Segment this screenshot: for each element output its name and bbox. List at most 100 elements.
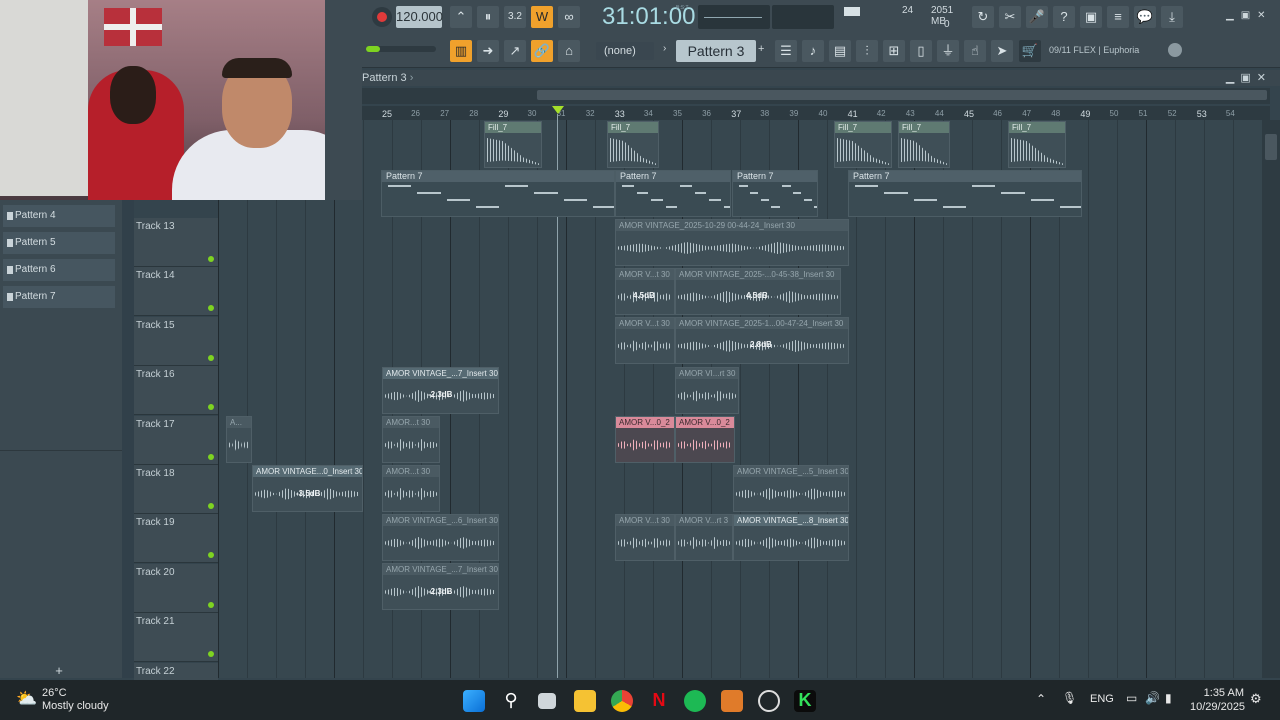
browser-item[interactable]: Pattern 6 xyxy=(3,259,115,281)
app-icon[interactable] xyxy=(758,690,780,712)
pattern-clip[interactable]: Pattern 7 xyxy=(615,170,731,217)
pattern-selector[interactable]: Pattern 3 xyxy=(676,40,756,62)
battery-icon[interactable]: ▮ xyxy=(1165,691,1172,705)
audio-clip[interactable]: Fill_7 xyxy=(1008,121,1066,168)
playlist-button[interactable]: ☰ xyxy=(775,40,797,62)
play-arrow-button[interactable]: ➜ xyxy=(477,40,499,62)
track-header[interactable]: Track 13 xyxy=(134,218,218,267)
blend-notes-button[interactable]: W xyxy=(531,6,553,28)
network-icon[interactable]: ▭ xyxy=(1126,691,1137,705)
track-mute-led[interactable] xyxy=(208,354,214,361)
channel-rack-button[interactable]: ▤ xyxy=(829,40,851,62)
clock-date[interactable]: 10/29/2025 xyxy=(1190,701,1245,713)
track-mute-led[interactable] xyxy=(208,651,214,658)
help-button[interactable]: ? xyxy=(1053,6,1075,28)
tray-chevron-icon[interactable]: ⌃ xyxy=(1036,692,1046,706)
file-explorer-icon[interactable] xyxy=(574,690,596,712)
track-header[interactable]: Track 20 xyxy=(134,563,218,613)
audio-clip[interactable]: AMOR V...t 30 xyxy=(615,514,675,561)
metronome-button[interactable]: ⌃ xyxy=(450,6,472,28)
weather-temp[interactable]: 26°C xyxy=(42,687,67,699)
track-mute-led[interactable] xyxy=(208,552,214,559)
clock-time[interactable]: 1:35 AM xyxy=(1200,687,1244,699)
task-view-icon[interactable] xyxy=(538,693,556,709)
track-header[interactable]: Track 19 xyxy=(134,514,218,564)
plugin-button[interactable]: ⏚ xyxy=(937,40,959,62)
track-header[interactable]: Track 16 xyxy=(134,366,218,416)
audio-clip[interactable]: AMOR...t 30 xyxy=(382,416,440,463)
audio-clip[interactable]: AMOR...t 30 xyxy=(382,465,440,512)
touch-button[interactable]: ☝ xyxy=(964,40,986,62)
piano-roll-button[interactable]: ▥ xyxy=(450,40,472,62)
master-volume-slider[interactable] xyxy=(366,46,436,52)
mic-button[interactable]: 🎤 xyxy=(1026,6,1048,28)
track-header[interactable]: Track 21 xyxy=(134,613,218,663)
audio-clip[interactable]: AMOR V...t 30 xyxy=(615,317,675,364)
browser-item[interactable]: Pattern 4 xyxy=(3,205,115,227)
browser-button[interactable]: ⊞ xyxy=(883,40,905,62)
undo-history-button[interactable]: ↻ xyxy=(972,6,994,28)
audio-clip[interactable]: A... xyxy=(226,416,252,463)
browser-item[interactable]: Pattern 5 xyxy=(3,232,115,254)
playlist-window-controls[interactable]: ▁▣✕ xyxy=(1226,70,1272,86)
browser-scrollbar[interactable] xyxy=(122,200,134,678)
add-track-button[interactable]: + xyxy=(0,663,118,678)
audio-clip[interactable]: AMOR V...0_2 xyxy=(675,416,735,463)
chrome-icon[interactable] xyxy=(611,690,633,712)
tempo-display[interactable]: 120.000 xyxy=(396,6,443,28)
record-button[interactable] xyxy=(372,7,392,27)
weather-icon[interactable]: ⛅ xyxy=(16,689,38,709)
mic-tray-icon[interactable]: 🎙 xyxy=(1062,691,1077,705)
track-header[interactable]: Track 14 xyxy=(134,267,218,317)
audio-clip[interactable]: AMOR VINTAGE_2025-10-29 00-44-24_Insert … xyxy=(615,219,849,266)
search-icon[interactable]: ⚲ xyxy=(500,690,522,712)
pattern-clip[interactable]: Pattern 7 xyxy=(732,170,818,217)
pattern-clip[interactable]: Pattern 7 xyxy=(848,170,1082,217)
track-mute-led[interactable] xyxy=(208,404,214,411)
countdown-button[interactable]: 3.2 xyxy=(504,6,526,28)
window-controls[interactable]: ▁▣✕ xyxy=(1226,10,1278,24)
pattern-prev-icon[interactable]: › xyxy=(663,43,666,54)
pattern-none-selector[interactable]: (none) xyxy=(596,42,654,60)
mixer-button[interactable]: ⫶ xyxy=(856,40,878,62)
audio-clip[interactable]: AMOR V...0_2 xyxy=(615,416,675,463)
shop-button[interactable]: 🛒 xyxy=(1019,40,1041,62)
audio-clip[interactable]: Fill_7 xyxy=(484,121,542,168)
audio-clip[interactable]: AMOR V...rt 3 xyxy=(675,514,733,561)
download-button[interactable]: ⤓ xyxy=(1161,6,1183,28)
audio-clip[interactable]: AMOR VINTAGE_...8_Insert 30 xyxy=(733,514,849,561)
weather-desc[interactable]: Mostly cloudy xyxy=(42,700,109,712)
spotify-icon[interactable] xyxy=(684,690,706,712)
track-mute-led[interactable] xyxy=(208,256,214,262)
kick-icon[interactable]: K xyxy=(794,690,816,712)
stamp-button[interactable]: ⌂ xyxy=(558,40,580,62)
audio-clip[interactable]: AMOR VINTAGE_...5_Insert 30 xyxy=(733,465,849,512)
add-pattern-icon[interactable]: + xyxy=(758,43,764,55)
audio-clip[interactable]: AMOR VINTAGE_...6_Insert 30 xyxy=(382,514,499,561)
language-indicator[interactable]: ENG xyxy=(1090,693,1114,705)
audio-clip[interactable]: AMOR VI...rt 30 xyxy=(675,367,739,414)
timeline-ruler[interactable]: 25 26 27 28 29 30 31 32 33 34 35 36 37 38 39 40 41 42 43 44… xyxy=(362,106,1270,120)
project-button[interactable]: ▯ xyxy=(910,40,932,62)
link-button[interactable]: 🔗 xyxy=(531,40,553,62)
track-mute-led[interactable] xyxy=(208,503,214,509)
render-button[interactable]: ≡ xyxy=(1107,6,1129,28)
vertical-scrollbar[interactable] xyxy=(1262,120,1280,678)
send-button[interactable]: ➤ xyxy=(991,40,1013,62)
windows-start-icon[interactable] xyxy=(463,690,485,712)
news-ticker[interactable]: 09/11 FLEX | Euphoria xyxy=(1049,45,1139,55)
track-mute-led[interactable] xyxy=(208,305,214,312)
piano-roll-window-button[interactable]: ♪ xyxy=(802,40,824,62)
save-button[interactable]: ▣ xyxy=(1080,6,1102,28)
volume-icon[interactable]: 🔊 xyxy=(1145,691,1160,705)
loop-record-button[interactable]: ∞ xyxy=(558,6,580,28)
track-header[interactable]: Track 17 xyxy=(134,415,218,465)
audio-clip[interactable]: Fill_7 xyxy=(898,121,950,168)
globe-icon[interactable] xyxy=(1168,43,1182,57)
track-header[interactable]: Track 18 xyxy=(134,465,218,514)
scroll-thumb[interactable] xyxy=(537,90,1267,100)
vscroll-thumb[interactable] xyxy=(1265,134,1277,160)
netflix-icon[interactable]: N xyxy=(648,690,670,712)
chat-button[interactable]: 💬 xyxy=(1134,6,1156,28)
fl-studio-icon[interactable] xyxy=(721,690,743,712)
